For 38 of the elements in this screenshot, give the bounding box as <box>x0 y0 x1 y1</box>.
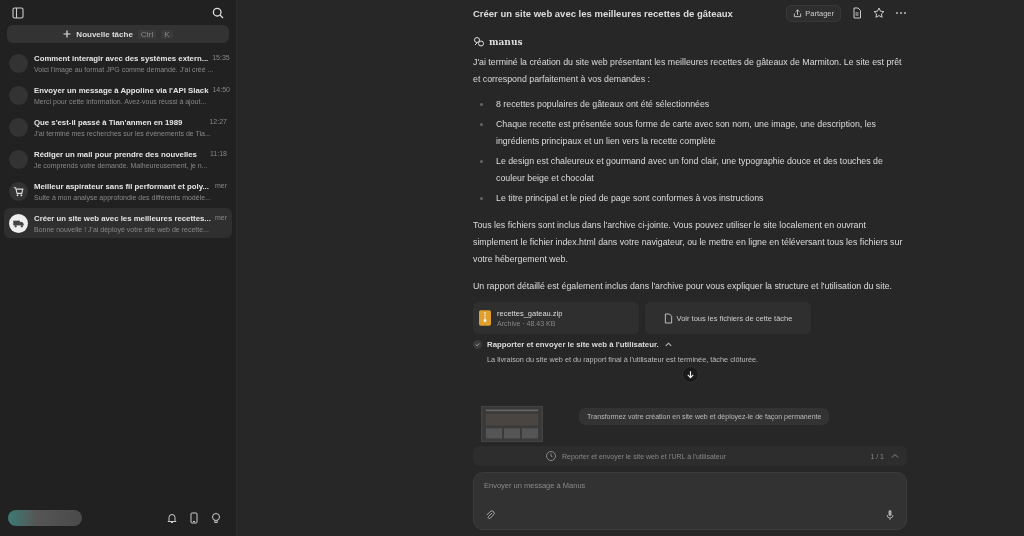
paperclip-icon[interactable] <box>484 509 496 521</box>
check-icon <box>473 340 482 349</box>
profile-pill[interactable] <box>8 510 82 526</box>
document-icon[interactable] <box>851 7 863 19</box>
search-icon[interactable] <box>212 7 224 19</box>
bullet-text: Le titre principal et le pied de page sont conformes à vos instructions <box>496 192 764 205</box>
share-icon <box>793 8 803 18</box>
tablet-icon[interactable] <box>188 512 200 524</box>
new-task-button[interactable]: Nouvelle tâche Ctrl K <box>7 25 229 43</box>
message-paragraph: J'ai terminé la création du site web présentant les meilleures recettes de gâteaux de Marmiton. Le site est prêt et correspond parfaitement à vos demandes : <box>473 56 903 86</box>
author-name: manus <box>489 37 523 47</box>
bullet-text: Chaque recette est présentée sous forme de carte avec son nom, une image, une description, les ingrédients principaux et un lien vers la recette complète <box>496 118 877 148</box>
scroll-down-button[interactable] <box>681 366 699 383</box>
lightbulb-icon[interactable] <box>210 512 222 524</box>
star-icon[interactable] <box>873 7 885 19</box>
task-title-heading: Créer un site web avec les meilleures recettes de gâteaux <box>473 7 733 19</box>
truck-icon <box>9 213 28 233</box>
arrow-down-icon <box>685 370 695 379</box>
bullet-dot <box>480 103 483 106</box>
bullet-text: 8 recettes populaires de gâteaux ont été sélectionnées <box>496 98 710 111</box>
clock-icon <box>545 450 557 462</box>
message-paragraph: Un rapport détaillé est également inclus dans l'archive pour vous expliquer la structure et l'utilisation du site. <box>473 280 893 293</box>
bullet-dot <box>480 197 483 200</box>
sidebar-toggle-icon[interactable] <box>12 7 24 19</box>
bullet-dot <box>480 160 483 163</box>
microphone-icon[interactable] <box>884 509 896 521</box>
cart-icon <box>9 181 28 201</box>
manus-logo-icon <box>473 36 485 48</box>
shortcut-key: Ctrl <box>137 29 157 39</box>
document-icon <box>663 312 673 324</box>
bell-icon[interactable] <box>166 512 178 524</box>
bullet-dot <box>480 123 483 126</box>
message-paragraph: Tous les fichiers sont inclus dans l'archive ci-jointe. Vous pouvez utiliser le site localement en ouvrant simplement le fichier index.html dans votre navigateur, ou le mettre en ligne en téléversant tous les fichiers sur votre hébergement web. <box>473 219 904 266</box>
zip-file-icon <box>479 310 491 326</box>
caret-icon[interactable] <box>663 340 673 349</box>
shortcut-key: K <box>161 29 173 39</box>
bullet-text: Le design est chaleureux et gourmand avec un fond clair, une typographie douce et des touches de couleur beige et chocolat <box>496 155 884 185</box>
plus-icon <box>63 30 72 38</box>
